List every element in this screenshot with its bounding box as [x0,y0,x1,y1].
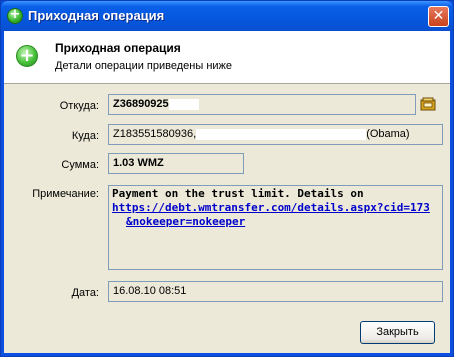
title-bar[interactable]: + Приходная операция ✕ [1,1,453,31]
window-title: Приходная операция [28,8,165,23]
redaction-block [168,98,199,110]
note-text: Payment on the trust limit. Details on [112,187,364,200]
date-field[interactable]: 16.08.10 08:51 [108,281,443,302]
redaction-block [196,128,367,140]
plus-circle-icon: + [7,7,23,24]
note-label: Примечание: [32,188,99,200]
note-link[interactable]: https://debt.wmtransfer.com/details.aspx… [112,201,430,228]
plus-circle-icon: + [16,45,38,67]
dialog-client-area: + Приходная операция Детали операции при… [4,31,450,353]
from-label: Откуда: [59,100,99,112]
from-field[interactable]: Z36890925 [108,94,416,115]
amount-field[interactable]: 1.03 WMZ [108,153,244,174]
dialog-header: + Приходная операция Детали операции при… [4,31,450,84]
amount-label: Сумма: [61,159,99,171]
to-field[interactable]: Z183551580936, (Obama) [108,124,443,145]
header-subtitle: Детали операции приведены ниже [55,60,233,72]
window-close-button[interactable]: ✕ [428,6,449,27]
close-button[interactable]: Закрыть [360,321,435,344]
header-title: Приходная операция [55,41,181,55]
wallet-icon[interactable] [420,97,436,111]
dialog-window: + Приходная операция ✕ + Приходная опера… [0,0,454,357]
date-label: Дата: [71,287,99,299]
note-field[interactable]: Payment on the trust limit. Details on h… [108,185,443,270]
to-value: Z183551580936, [113,128,197,140]
to-suffix: (Obama) [366,128,410,140]
to-label: Куда: [71,130,99,142]
from-value: Z36890925 [113,98,169,110]
